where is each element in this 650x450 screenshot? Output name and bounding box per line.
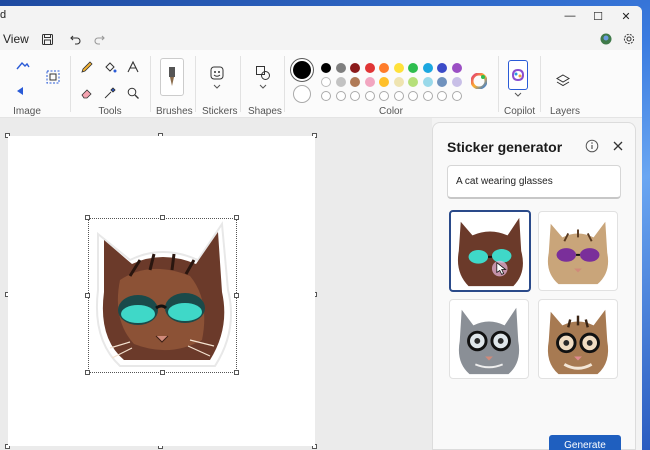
maximize-button[interactable]: ☐	[583, 6, 613, 26]
cat-purple-glasses-sticker	[547, 221, 609, 285]
rotate-icon[interactable]	[14, 82, 32, 100]
sticker-option-4[interactable]	[538, 299, 618, 379]
custom-color-slot[interactable]	[321, 91, 331, 101]
selection-handle[interactable]	[85, 370, 90, 375]
gray-cat-glasses-sticker	[458, 307, 520, 375]
edit-colors-icon[interactable]	[470, 72, 488, 90]
color-swatch[interactable]	[364, 63, 375, 73]
custom-color-slot[interactable]	[437, 91, 447, 101]
pencil-icon[interactable]	[78, 58, 96, 76]
custom-color-slot[interactable]	[379, 91, 389, 101]
minimize-button[interactable]: —	[555, 6, 585, 26]
close-window-button[interactable]: ✕	[611, 6, 641, 26]
window-title: d	[0, 9, 7, 21]
color-swatch[interactable]	[422, 63, 433, 73]
selection-handle[interactable]	[234, 370, 239, 375]
secondary-color-swatch[interactable]	[293, 85, 311, 103]
color-swatch[interactable]	[379, 63, 389, 73]
redo-icon[interactable]	[90, 31, 108, 47]
sticker-generator-panel: Sticker generator A cat wearing glasses …	[432, 122, 636, 450]
ribbon-divider	[240, 56, 241, 112]
group-label-stickers: Stickers	[202, 106, 238, 117]
generate-button[interactable]: Generate	[549, 435, 621, 450]
ribbon-divider	[150, 56, 151, 112]
chevron-down-icon[interactable]	[508, 90, 528, 100]
custom-color-slot[interactable]	[451, 91, 462, 101]
save-icon[interactable]	[38, 31, 56, 47]
color-swatch[interactable]	[379, 77, 389, 87]
color-picker-icon[interactable]	[101, 84, 119, 102]
color-swatch[interactable]	[350, 63, 360, 73]
text-tool-icon[interactable]	[124, 58, 142, 76]
canvas-area	[0, 118, 432, 450]
tabby-cat-glasses-sticker	[547, 309, 609, 375]
color-swatch[interactable]	[408, 63, 418, 73]
layers-icon[interactable]	[554, 72, 572, 90]
color-swatch[interactable]	[350, 77, 360, 87]
sticker-option-3[interactable]	[449, 299, 529, 379]
sticker-option-1[interactable]	[449, 210, 531, 292]
group-label-brushes: Brushes	[156, 106, 193, 117]
chevron-down-icon[interactable]	[254, 82, 272, 92]
color-swatch[interactable]	[408, 77, 418, 87]
fill-bucket-icon[interactable]	[101, 58, 119, 76]
paint-window: d — ☐ ✕ View Image Tools Brushes Sticker…	[0, 6, 642, 450]
color-swatch[interactable]	[335, 77, 346, 87]
custom-color-slot[interactable]	[335, 91, 346, 101]
selection-handle[interactable]	[160, 370, 165, 375]
copilot-button[interactable]	[508, 60, 528, 90]
menu-bar: View	[0, 26, 642, 50]
group-label-layers: Layers	[550, 106, 581, 117]
account-avatar[interactable]	[597, 31, 615, 47]
brushes-button[interactable]	[160, 58, 184, 96]
group-label-tools: Tools	[98, 106, 122, 117]
info-icon[interactable]	[585, 139, 601, 155]
color-swatch[interactable]	[437, 63, 447, 73]
panel-title: Sticker generator	[447, 139, 563, 155]
menu-view[interactable]: View	[3, 32, 29, 46]
custom-color-slot[interactable]	[393, 91, 404, 101]
custom-color-slot[interactable]	[422, 91, 433, 101]
stickers-icon[interactable]	[208, 64, 226, 82]
chevron-down-icon[interactable]	[208, 82, 226, 92]
group-label-copilot: Copilot	[504, 106, 536, 117]
ribbon-divider	[540, 56, 541, 112]
ribbon: Image Tools Brushes Stickers Shapes Colo…	[0, 50, 642, 118]
custom-color-slot[interactable]	[364, 91, 375, 101]
group-label-color: Color	[379, 106, 403, 117]
ribbon-divider	[195, 56, 196, 112]
color-swatch[interactable]	[321, 77, 331, 87]
cat-sunglasses-sticker	[457, 217, 523, 287]
shapes-icon[interactable]	[254, 64, 272, 82]
eraser-icon[interactable]	[78, 84, 96, 102]
ribbon-divider	[70, 56, 71, 112]
primary-color-swatch[interactable]	[291, 59, 313, 81]
color-swatch[interactable]	[437, 77, 447, 87]
title-bar: d — ☐ ✕	[0, 6, 642, 26]
cat-sticker-image	[95, 221, 233, 367]
color-swatch[interactable]	[451, 63, 462, 73]
ribbon-divider	[498, 56, 499, 112]
custom-color-slot[interactable]	[350, 91, 360, 101]
color-swatch[interactable]	[364, 77, 375, 87]
color-swatch[interactable]	[321, 63, 331, 73]
sticker-option-2[interactable]	[538, 211, 618, 291]
custom-color-slot[interactable]	[408, 91, 418, 101]
group-label-image: Image	[13, 106, 41, 117]
color-swatch[interactable]	[422, 77, 433, 87]
color-swatch[interactable]	[335, 63, 346, 73]
color-swatch[interactable]	[451, 77, 462, 87]
crop-icon[interactable]	[44, 68, 62, 86]
select-icon[interactable]	[14, 56, 32, 74]
settings-gear-icon[interactable]	[620, 31, 638, 47]
sticker-prompt-input[interactable]	[447, 165, 621, 199]
undo-icon[interactable]	[66, 31, 84, 47]
group-label-shapes: Shapes	[248, 106, 282, 117]
color-swatch[interactable]	[393, 77, 404, 87]
color-swatch[interactable]	[393, 63, 404, 73]
close-icon[interactable]	[611, 139, 627, 155]
magnifier-icon[interactable]	[124, 84, 142, 102]
ribbon-divider	[284, 56, 285, 112]
